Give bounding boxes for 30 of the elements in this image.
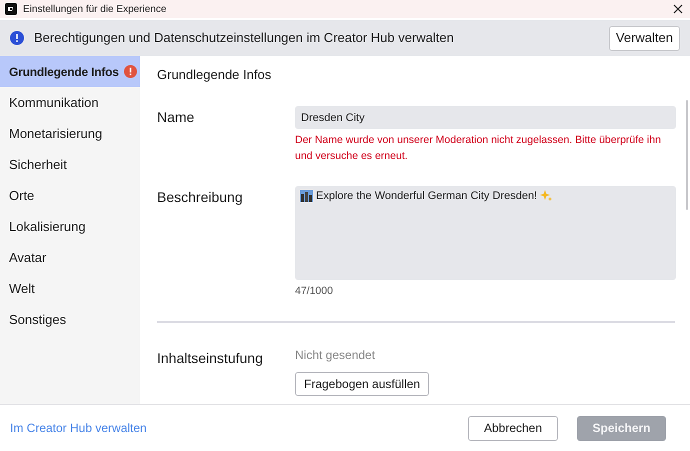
sidebar-item[interactable]: Sonstiges — [9, 310, 66, 330]
banner-text: Berechtigungen und Datenschutzeinstellungen im Creator Hub verwalten — [34, 29, 455, 48]
field-label: Name — [157, 109, 194, 125]
creator-hub-link[interactable]: Im Creator Hub verwalten — [10, 419, 468, 437]
name-input[interactable]: Dresden City — [295, 106, 676, 129]
section-heading: Grundlegende Infos — [157, 66, 272, 84]
sidebar-item[interactable]: Sicherheit — [9, 154, 67, 174]
city-icon — [300, 190, 313, 202]
questionnaire-button[interactable]: Fragebogen ausfüllen — [295, 372, 430, 396]
field-label: Beschreibung — [157, 189, 243, 205]
error-message: Der Name wurde von unserer Moderation nicht zugelassen. Bitte überprüfe ihn und versuche es erneut. — [295, 133, 662, 164]
sidebar-item[interactable]: Kommunikation — [9, 92, 99, 112]
scrollbar[interactable] — [686, 100, 688, 210]
field-label: Inhaltseinstufung — [157, 350, 263, 366]
sidebar-item[interactable]: Lokalisierung — [9, 216, 86, 236]
sparkle-icon — [540, 190, 552, 202]
cancel-button[interactable]: Abbrechen — [468, 416, 558, 440]
description-text: Explore the Wonderful German City Dresden! — [316, 190, 538, 203]
sidebar-item[interactable]: Monetarisierung — [9, 124, 102, 144]
manage-button[interactable]: Verwalten — [608, 26, 680, 50]
close-button[interactable] — [671, 2, 685, 16]
character-counter: 47/1000 — [295, 284, 333, 299]
app-logo-icon — [5, 3, 17, 15]
sidebar-item[interactable]: Avatar — [9, 248, 46, 268]
description-input[interactable]: Explore the Wonderful German City Dresden! — [295, 186, 676, 280]
sidebar-item[interactable]: Welt — [9, 278, 35, 298]
window-title: Einstellungen für die Experience — [23, 2, 168, 16]
info-icon — [10, 31, 24, 45]
sidebar-item[interactable]: Orte — [9, 186, 34, 206]
rating-status: Nicht gesendet — [295, 346, 376, 364]
